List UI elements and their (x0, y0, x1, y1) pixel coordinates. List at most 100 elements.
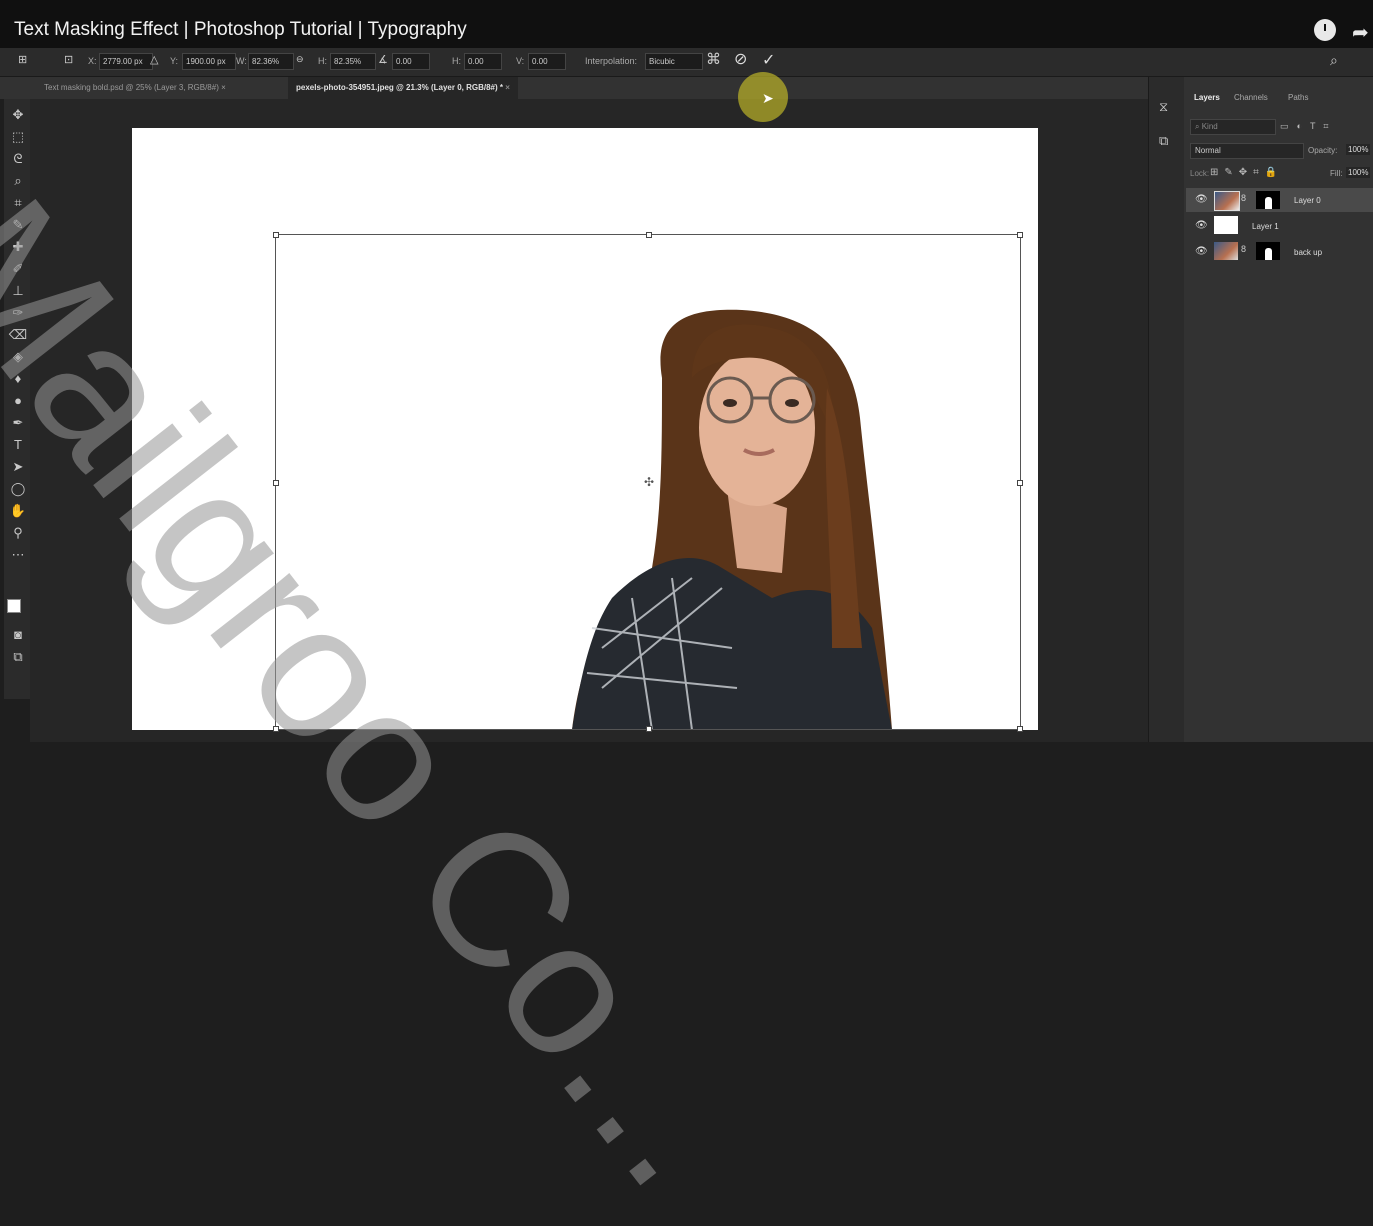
transform-handle-top-left[interactable] (273, 232, 279, 238)
chain-link-icon[interactable]: 8 (1241, 193, 1246, 203)
transform-handle-top[interactable] (646, 232, 652, 238)
cancel-transform-icon[interactable]: ⊘ (734, 49, 747, 69)
width-field[interactable]: 82.36% (248, 53, 294, 70)
interpolation-select[interactable]: Bicubic (645, 53, 703, 70)
hskew-label: H: (452, 56, 461, 66)
h-label: H: (318, 56, 327, 66)
angle-field[interactable]: 0.00 (392, 53, 430, 70)
lasso-tool-icon[interactable]: ᘓ (8, 151, 28, 167)
opacity-label: Opacity: (1308, 146, 1338, 155)
share-icon[interactable]: ➦ (1352, 20, 1369, 45)
paint-bucket-icon[interactable]: ◈ (8, 349, 28, 365)
type-tool-icon[interactable]: T (8, 437, 28, 452)
visibility-eye-icon[interactable]: 👁 (1195, 220, 1208, 231)
interpolation-label: Interpolation: (585, 56, 638, 66)
dodge-tool-icon[interactable]: ● (8, 393, 28, 408)
layer-thumbnail (1214, 242, 1238, 260)
vskew-label: V: (516, 56, 525, 66)
tab-label: Text masking bold.psd @ 25% (Layer 3, RG… (44, 83, 219, 92)
video-title: Text Masking Effect | Photoshop Tutorial… (14, 19, 467, 40)
layer-mask-thumbnail[interactable] (1256, 191, 1280, 209)
y-position-field[interactable]: 1900.00 px (182, 53, 236, 70)
y-label: Y: (170, 56, 179, 66)
warp-icon[interactable]: ⌘ (706, 50, 721, 68)
eraser-tool-icon[interactable]: ⌫ (8, 327, 28, 343)
horizontal-skew-field[interactable]: 0.00 (464, 53, 502, 70)
angle-icon: ∡ (378, 54, 388, 66)
fill-field[interactable]: 100% (1346, 167, 1371, 178)
tab-pexels-photo[interactable]: pexels-photo-354951.jpeg @ 21.3% (Layer … (288, 77, 518, 99)
move-tool-icon[interactable]: ✥ (8, 107, 28, 123)
lock-icons[interactable]: ⊞✎✥⌗🔒 (1210, 167, 1283, 178)
blend-mode-select[interactable]: Normal (1190, 143, 1304, 159)
reference-point-icon[interactable]: ⊡ (64, 53, 73, 66)
link-icon[interactable]: ⊖ (296, 54, 304, 65)
history-brush-icon[interactable]: ✑ (8, 305, 28, 321)
pen-tool-icon[interactable]: ✒ (8, 415, 28, 431)
visibility-eye-icon[interactable]: 👁 (1195, 246, 1208, 257)
layer-name[interactable]: Layer 1 (1252, 222, 1279, 231)
tab-text-masking[interactable]: Text masking bold.psd @ 25% (Layer 3, RG… (36, 77, 234, 99)
foreground-color-swatch[interactable] (7, 599, 21, 613)
transform-bounding-box[interactable]: ✣ (273, 232, 1023, 732)
blur-tool-icon[interactable]: ♦ (8, 371, 28, 386)
reference-point-icon[interactable]: ✣ (644, 475, 654, 489)
layer-name[interactable]: back up (1294, 248, 1322, 257)
tab-channels[interactable]: Channels (1234, 93, 1268, 102)
watch-later-icon[interactable] (1314, 19, 1336, 41)
adjustments-panel-icon[interactable]: ⧉ (1159, 133, 1168, 149)
transform-handle-bottom-left[interactable] (273, 726, 279, 732)
history-panel-icon[interactable]: ⧖ (1159, 99, 1168, 115)
ellipse-tool-icon[interactable]: ◯ (8, 481, 28, 497)
close-icon[interactable]: × (221, 83, 226, 92)
more-tools-icon[interactable]: ⋯ (8, 547, 28, 563)
stamp-tool-icon[interactable]: ⊥ (8, 283, 28, 299)
layer-mask-thumbnail[interactable] (1256, 242, 1280, 260)
delta-icon[interactable]: △ (150, 53, 158, 66)
layers-panel: Layers Channels Paths ⌕ Kind ▭◐T⌗ Normal… (1184, 77, 1373, 742)
crop-tool-icon[interactable]: ⌗ (8, 195, 28, 211)
vertical-skew-field[interactable]: 0.00 (528, 53, 566, 70)
close-icon[interactable]: × (505, 83, 510, 92)
transform-handle-bottom[interactable] (646, 726, 652, 732)
options-bar: ⊞ ⊡ X: 2779.00 px △ Y: 1900.00 px W: 82.… (0, 48, 1373, 77)
x-label: X: (88, 56, 97, 66)
path-selection-icon[interactable]: ➤ (8, 459, 28, 475)
brush-tool-icon[interactable]: ✐ (8, 261, 28, 277)
marquee-tool-icon[interactable]: ⬚ (8, 129, 28, 145)
quick-mask-icon[interactable]: ◙ (8, 627, 28, 642)
layer-thumbnail (1214, 216, 1238, 234)
visibility-eye-icon[interactable]: 👁 (1195, 194, 1208, 205)
fill-label: Fill: (1330, 169, 1343, 178)
eyedropper-tool-icon[interactable]: ✎ (8, 217, 28, 233)
filter-icons[interactable]: ▭◐T⌗ (1280, 121, 1337, 132)
x-position-field[interactable]: 2779.00 px (99, 53, 153, 70)
layer-filter-field[interactable]: ⌕ Kind (1190, 119, 1276, 135)
panel-icon-strip: ⧖ ⧉ (1148, 77, 1185, 742)
chain-link-icon[interactable]: 8 (1241, 244, 1246, 254)
filter-placeholder: Kind (1201, 122, 1218, 131)
search-icon[interactable]: ⌕ (1330, 52, 1338, 69)
tab-paths[interactable]: Paths (1288, 93, 1308, 102)
hand-tool-icon[interactable]: ✋ (8, 503, 28, 519)
tab-label: pexels-photo-354951.jpeg @ 21.3% (Layer … (296, 83, 503, 92)
layer-thumbnail (1214, 191, 1240, 211)
height-field[interactable]: 82.35% (330, 53, 376, 70)
quick-select-tool-icon[interactable]: ⌕ (8, 173, 28, 189)
opacity-field[interactable]: 100% (1346, 144, 1371, 155)
transform-handle-bottom-right[interactable] (1017, 726, 1023, 732)
move-tool-icon[interactable]: ⊞ (18, 53, 27, 66)
mouse-cursor-icon: ➤ (762, 90, 774, 106)
w-label: W: (236, 56, 247, 66)
layer-name[interactable]: Layer 0 (1294, 196, 1321, 205)
tools-panel: ✥ ⬚ ᘓ ⌕ ⌗ ✎ ✚ ✐ ⊥ ✑ ⌫ ◈ ♦ ● ✒ T ➤ ◯ ✋ ⚲ … (4, 99, 30, 699)
zoom-tool-icon[interactable]: ⚲ (8, 525, 28, 541)
transform-handle-top-right[interactable] (1017, 232, 1023, 238)
healing-brush-icon[interactable]: ✚ (8, 239, 28, 255)
transform-handle-right[interactable] (1017, 480, 1023, 486)
commit-transform-icon[interactable]: ✓ (762, 50, 775, 70)
document-tabs: Text masking bold.psd @ 25% (Layer 3, RG… (0, 77, 1148, 99)
screen-mode-icon[interactable]: ⧉ (8, 649, 28, 665)
transform-handle-left[interactable] (273, 480, 279, 486)
tab-layers[interactable]: Layers (1194, 93, 1220, 102)
